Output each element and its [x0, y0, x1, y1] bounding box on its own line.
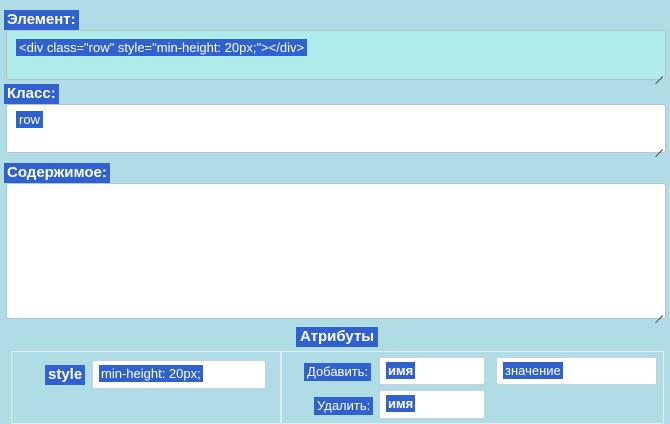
add-attribute-name-placeholder: имя	[386, 362, 416, 379]
remove-attribute-name-placeholder: имя	[386, 395, 416, 412]
add-attribute-value-input[interactable]: значение	[496, 357, 657, 385]
style-attribute-value: min-height: 20px;	[99, 365, 203, 382]
style-attribute-panel: style min-height: 20px;	[11, 351, 281, 424]
style-attribute-label: style	[45, 365, 86, 385]
resize-grip-icon[interactable]	[655, 69, 663, 77]
class-label: Класс:	[4, 84, 59, 104]
style-attribute-input[interactable]: min-height: 20px;	[92, 360, 266, 389]
element-textarea[interactable]: <div class="row" style="min-height: 20px…	[6, 30, 666, 80]
element-value: <div class="row" style="min-height: 20px…	[16, 39, 308, 56]
add-attribute-label: Добавить:	[304, 363, 372, 381]
add-attribute-value-placeholder: значение	[503, 362, 563, 379]
class-textarea[interactable]: row	[6, 104, 666, 153]
add-remove-panel: Добавить: имя значение Удалить: имя	[281, 351, 664, 424]
attributes-title: Атрибуты	[296, 327, 379, 347]
class-value: row	[16, 111, 43, 128]
content-textarea[interactable]	[6, 183, 666, 319]
resize-grip-icon[interactable]	[655, 308, 663, 316]
remove-attribute-label: Удалить:	[314, 397, 374, 415]
content-label: Содержимое:	[4, 163, 110, 183]
resize-grip-icon[interactable]	[655, 142, 663, 150]
element-label: Элемент:	[4, 10, 79, 30]
remove-attribute-name-input[interactable]: имя	[379, 390, 485, 419]
add-attribute-name-input[interactable]: имя	[379, 357, 485, 385]
